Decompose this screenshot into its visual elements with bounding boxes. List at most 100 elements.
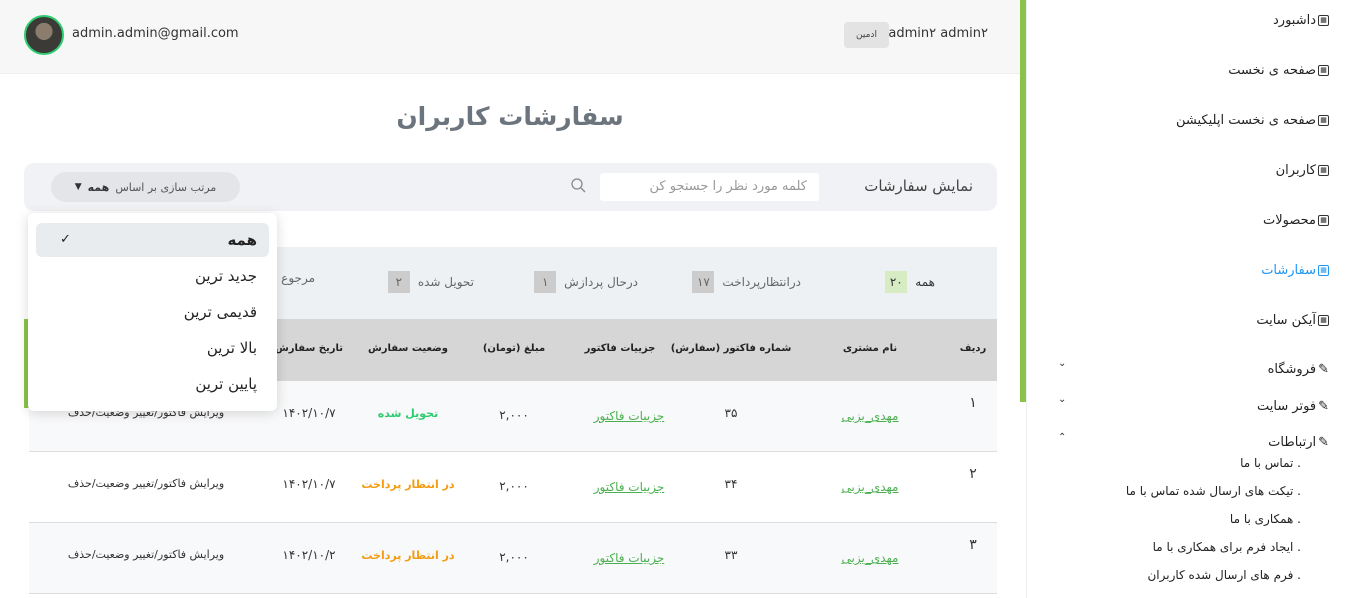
sidebar-item-label: سفارشات (1261, 263, 1316, 278)
sidebar-subitem-contact-tickets[interactable]: . تیکت های ارسال شده تماس با ما (1126, 484, 1301, 498)
grid-icon: ▦ (1318, 165, 1329, 176)
order-amount: ۲,۰۰۰ (499, 479, 529, 493)
tab-label: همه (915, 275, 935, 289)
status-badge: در انتظار پرداخت (361, 549, 455, 562)
sort-label: مرتب سازی بر اساس (115, 180, 217, 194)
row-actions[interactable]: ویرایش فاکتور/تغییر وضعیت/حذف (68, 477, 224, 490)
tab-count: ۱ (534, 271, 557, 293)
check-icon: ✓ (60, 232, 71, 247)
pen-icon: ✎ (1318, 399, 1329, 414)
customer-link[interactable]: مهدی_یزبی (842, 480, 899, 494)
col-index: ردیف (959, 343, 987, 354)
invoice-number: ۳۵ (724, 406, 738, 420)
orders-toolbar: نمایش سفارشات کلمه مورد نظر را جستجو کن … (24, 163, 997, 211)
caret-down-icon: ▼ (74, 182, 82, 192)
grid-icon: ▦ (1318, 265, 1329, 276)
sidebar-item-label: فروشگاه (1267, 362, 1317, 377)
grid-icon: ▦ (1318, 65, 1329, 76)
search-icon[interactable] (570, 177, 586, 193)
order-date: ۱۴۰۲/۱۰/۷ (282, 477, 336, 491)
sort-value: همه (87, 180, 110, 194)
sidebar-subitem-create-cooperation-form[interactable]: . ایجاد فرم برای همکاری با ما (1153, 540, 1301, 554)
invoice-details-link[interactable]: جزییات فاکتور (594, 480, 665, 494)
sidebar-item-communications[interactable]: ✎ ارتباطات (1268, 435, 1329, 450)
top-header: admin.admin@gmail.com ادمین admin۲ admin… (0, 0, 1020, 74)
chevron-down-icon[interactable]: ⌄ (1058, 358, 1066, 369)
tab-awaiting-payment[interactable]: درانتظارپرداخت ۱۷ (692, 271, 801, 293)
tab-count: ۱۷ (692, 271, 715, 293)
row-index: ۲ (969, 466, 977, 482)
show-orders-label: نمایش سفارشات (864, 177, 973, 195)
order-amount: ۲,۰۰۰ (499, 408, 529, 422)
row-index: ۳ (969, 537, 977, 553)
sidebar-item-dashboard[interactable]: ▦ داشبورد (1273, 13, 1329, 28)
sort-option-label: همه (227, 231, 257, 249)
invoice-details-link[interactable]: جزییات فاکتور (594, 551, 665, 565)
chevron-up-icon[interactable]: ⌃ (1058, 432, 1066, 443)
sidebar-item-site-icon[interactable]: ▦ آیکن سایت (1256, 313, 1329, 328)
col-status: وضعیت سفارش (367, 343, 449, 354)
col-invoice-number: شماره فاکتور (سفارش) (670, 343, 792, 354)
sort-option-all[interactable]: همه ✓ (36, 223, 269, 257)
sidebar-item-site-footer[interactable]: ✎ فوتر سایت (1257, 399, 1329, 414)
customer-link[interactable]: مهدی_یزبی (842, 409, 899, 423)
grid-icon: ▦ (1318, 15, 1329, 26)
tab-delivered[interactable]: تحویل شده ۲ (387, 271, 474, 293)
sort-dropdown-button[interactable]: مرتب سازی بر اساس همه ▼ (51, 172, 240, 202)
order-date: ۱۴۰۲/۱۰/۲ (282, 548, 336, 562)
sidebar-item-app-homepage[interactable]: ▦ صفحه ی نخست اپلیکیشن (1176, 113, 1329, 128)
sidebar-item-label: محصولات (1263, 213, 1316, 228)
chevron-down-icon[interactable]: ⌄ (1058, 394, 1066, 405)
customer-link[interactable]: مهدی_یزبی (842, 551, 899, 565)
sort-option-highest[interactable]: بالا ترین (36, 331, 269, 365)
sidebar-item-orders[interactable]: ▦ سفارشات (1261, 263, 1329, 278)
order-date: ۱۴۰۲/۱۰/۷ (282, 406, 336, 420)
sort-dropdown-menu: همه ✓ جدید ترین قدیمی ترین بالا ترین پای… (28, 213, 277, 411)
user-email: admin.admin@gmail.com (72, 26, 239, 41)
role-badge: ادمین (844, 22, 889, 48)
sidebar-item-label: صفحه ی نخست اپلیکیشن (1176, 113, 1316, 128)
invoice-details-link[interactable]: جزییات فاکتور (594, 409, 665, 423)
row-index: ۱ (969, 395, 977, 411)
col-date: تاریخ سفارش (274, 343, 344, 354)
search-input[interactable]: کلمه مورد نظر را جستجو کن (600, 173, 819, 201)
page-title: سفارشات کاربران (396, 102, 624, 131)
sidebar-item-label: آیکن سایت (1256, 313, 1316, 328)
sidebar (1026, 0, 1366, 598)
sort-option-lowest[interactable]: پایین ترین (36, 367, 269, 401)
sidebar-item-homepage[interactable]: ▦ صفحه ی نخست (1228, 63, 1329, 78)
sidebar-item-label: ارتباطات (1268, 435, 1317, 450)
sidebar-subitem-cooperate[interactable]: . همکاری با ما (1230, 512, 1301, 526)
col-customer: نام مشتری (842, 343, 898, 354)
tab-label: درانتظارپرداخت (722, 275, 801, 289)
user-name: admin۲ admin۲ (888, 26, 988, 41)
row-actions[interactable]: ویرایش فاکتور/تغییر وضعیت/حذف (68, 548, 224, 561)
sidebar-subitem-user-forms[interactable]: . فرم های ارسال شده کاربران (1147, 568, 1301, 582)
sidebar-item-shop[interactable]: ✎ فروشگاه (1268, 362, 1329, 377)
tab-count: ۲۰ (885, 271, 908, 293)
status-badge: تحویل شده (377, 407, 439, 420)
grid-icon: ▦ (1318, 215, 1329, 226)
invoice-number: ۳۴ (724, 477, 738, 491)
sidebar-item-users[interactable]: ▦ کاربران (1276, 163, 1329, 178)
table-row: ۳ مهدی_یزبی ۳۳ جزییات فاکتور ۲,۰۰۰ در ان… (29, 523, 997, 594)
col-invoice-details: جزییات فاکتور (584, 343, 656, 354)
sidebar-item-label: فوتر سایت (1257, 399, 1317, 414)
tab-label: تحویل شده (417, 275, 474, 289)
sidebar-subitem-contact-us[interactable]: . تماس با ما (1240, 456, 1301, 470)
sidebar-item-products[interactable]: ▦ محصولات (1263, 213, 1329, 228)
sidebar-item-label: کاربران (1275, 163, 1316, 178)
pen-icon: ✎ (1318, 435, 1329, 450)
tab-processing[interactable]: درحال پردازش ۱ (534, 271, 638, 293)
tab-label: درحال پردازش (564, 275, 638, 289)
avatar[interactable] (24, 15, 64, 55)
sort-option-newest[interactable]: جدید ترین (36, 259, 269, 293)
status-badge: در انتظار پرداخت (361, 478, 455, 491)
order-amount: ۲,۰۰۰ (499, 550, 529, 564)
pen-icon: ✎ (1318, 362, 1329, 377)
sidebar-item-label: داشبورد (1273, 13, 1316, 28)
grid-icon: ▦ (1318, 315, 1329, 326)
sort-option-oldest[interactable]: قدیمی ترین (36, 295, 269, 329)
tab-all[interactable]: همه ۲۰ (885, 271, 935, 293)
sidebar-item-label: صفحه ی نخست (1228, 63, 1316, 78)
